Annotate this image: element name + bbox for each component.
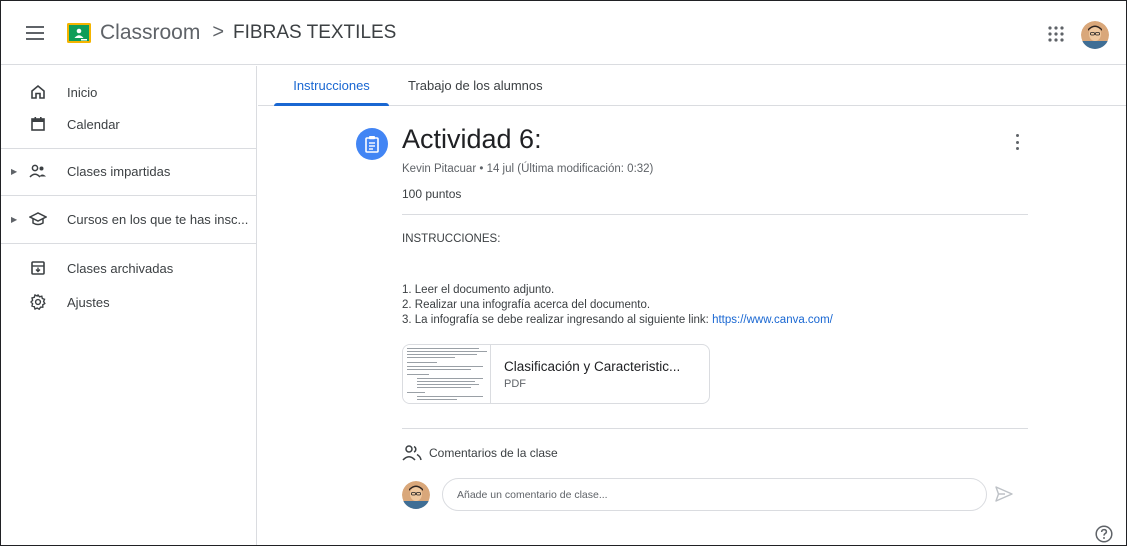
gear-icon [29,293,47,311]
sidebar-item-clases-impartidas[interactable]: ▶ Clases impartidas [1,155,256,187]
hamburger-icon [26,25,44,40]
assignment-points: 100 puntos [402,187,462,201]
sidebar-divider [1,195,256,196]
main-menu-button[interactable] [23,21,47,45]
sidebar-item-label: Ajustes [67,294,110,310]
canva-link[interactable]: https://www.canva.com/ [712,314,833,326]
assignment-meta: Kevin Pitacuar • 14 jul (Última modifica… [402,163,654,175]
instruction-step-with-link: 3. La infografía se debe realizar ingres… [402,313,833,328]
sidebar-item-label: Calendar [67,116,120,132]
sidebar-item-label: Clases archivadas [67,260,174,276]
attachment-card[interactable]: Clasificación y Caracteristic... PDF [402,344,710,404]
top-app-bar: Classroom > FIBRAS TEXTILES [1,1,1126,65]
caret-right-icon[interactable]: ▶ [11,215,17,224]
account-avatar[interactable] [1081,21,1109,49]
class-comment-input[interactable] [442,478,987,511]
instructions-body: 1. Leer el documento adjunto. 2. Realiza… [402,283,833,328]
breadcrumb-class-name[interactable]: FIBRAS TEXTILES [233,22,396,44]
sidebar-item-label: Clases impartidas [67,163,171,179]
people-icon [402,445,422,461]
attachment-name: Clasificación y Caracteristic... [504,359,681,374]
sidebar-divider [1,148,256,149]
sidebar-item-calendar[interactable]: Calendar [1,108,256,140]
send-icon[interactable] [995,486,1013,502]
brand-name[interactable]: Classroom [100,21,200,45]
school-icon [29,210,47,228]
apps-grid-icon[interactable] [1048,26,1064,42]
classroom-logo-icon[interactable] [67,22,91,43]
help-icon[interactable] [1095,525,1113,543]
sidebar-item-inicio[interactable]: Inicio [1,76,256,108]
home-icon [29,83,47,101]
sidebar-item-clases-archivadas[interactable]: Clases archivadas [1,252,256,284]
calendar-icon [29,115,47,133]
instructions-heading: INSTRUCCIONES: [402,233,501,245]
sidebar-item-label: Cursos en los que te has insc... [67,211,249,227]
sidebar-divider [1,243,256,244]
comments-title: Comentarios de la clase [429,446,558,460]
section-divider [402,428,1028,429]
instruction-step: 1. Leer el documento adjunto. [402,284,555,296]
instruction-step: 3. La infografía se debe realizar ingres… [402,314,713,326]
archive-icon [29,259,47,277]
pdf-thumbnail [403,345,491,403]
sidebar-nav: Inicio Calendar ▶ Clases impartidas ▶ Cu… [1,66,257,545]
section-divider [402,214,1028,215]
caret-right-icon[interactable]: ▶ [11,167,17,176]
tab-trabajo-alumnos[interactable]: Trabajo de los alumnos [408,66,543,105]
instruction-step: 2. Realizar una infografía acerca del do… [402,299,651,311]
breadcrumb-separator: > [212,21,225,43]
more-options-icon[interactable] [1011,132,1023,152]
tab-instrucciones[interactable]: Instrucciones [274,66,389,106]
sidebar-item-cursos-inscritos[interactable]: ▶ Cursos en los que te has insc... [1,203,256,235]
attachment-type: PDF [504,378,526,390]
sidebar-item-label: Inicio [67,84,98,100]
assignment-icon [356,128,388,160]
classroom-window: Classroom > FIBRAS TEXTILES Inicio Calen… [0,0,1127,546]
avatar [402,481,430,509]
tab-bar: Instrucciones Trabajo de los alumnos [258,66,1126,106]
people-icon [29,162,47,180]
sidebar-item-ajustes[interactable]: Ajustes [1,286,256,318]
assignment-title: Actividad 6: [402,124,542,154]
